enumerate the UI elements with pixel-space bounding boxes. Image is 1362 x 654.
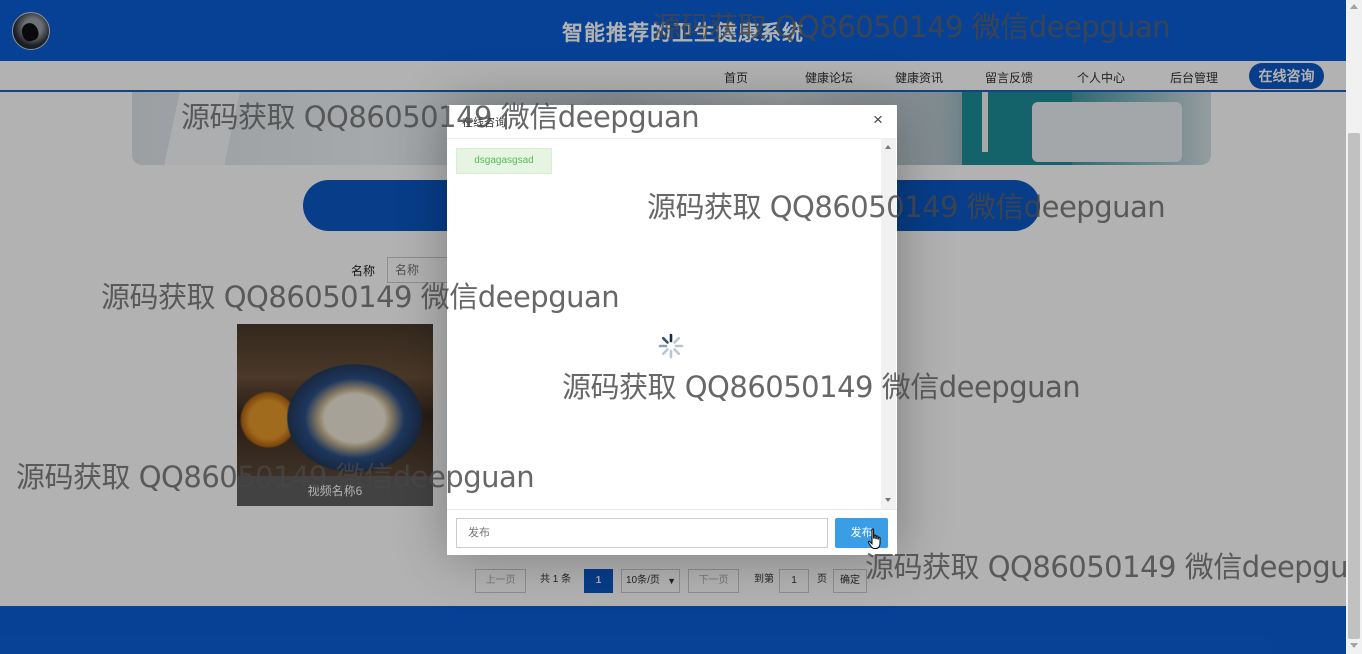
- watermark-text: 源码获取 QQ86050149 微信deepguan: [647, 190, 1166, 224]
- page-scrollbar[interactable]: [1346, 0, 1362, 654]
- scroll-up-arrow-icon[interactable]: [885, 145, 891, 149]
- chat-message: dsgagasgsad: [456, 148, 552, 174]
- message-input[interactable]: [456, 518, 828, 548]
- watermark-text: 源码获取 QQ86050149 微信deepguan: [16, 460, 535, 494]
- scroll-down-arrow-icon[interactable]: [885, 498, 891, 502]
- scroll-up-arrow-icon[interactable]: [1350, 4, 1358, 9]
- dialog-footer: 发布: [447, 509, 897, 555]
- watermark-text: 源码获取 QQ86050149 微信deepguan: [652, 10, 1171, 44]
- close-icon[interactable]: ×: [873, 111, 883, 128]
- scrollbar-thumb[interactable]: [1348, 133, 1360, 639]
- watermark-text: 源码获取 QQ86050149 微信deepguan: [562, 370, 1081, 404]
- watermark-text: 源码获取 QQ86050149 微信deepguan: [181, 100, 700, 134]
- watermark-text: 源码获取 QQ86050149 微信deepguan: [101, 280, 620, 314]
- loading-spinner-icon: [658, 333, 684, 359]
- hand-cursor-icon: [867, 528, 881, 549]
- scroll-down-arrow-icon[interactable]: [1350, 643, 1358, 648]
